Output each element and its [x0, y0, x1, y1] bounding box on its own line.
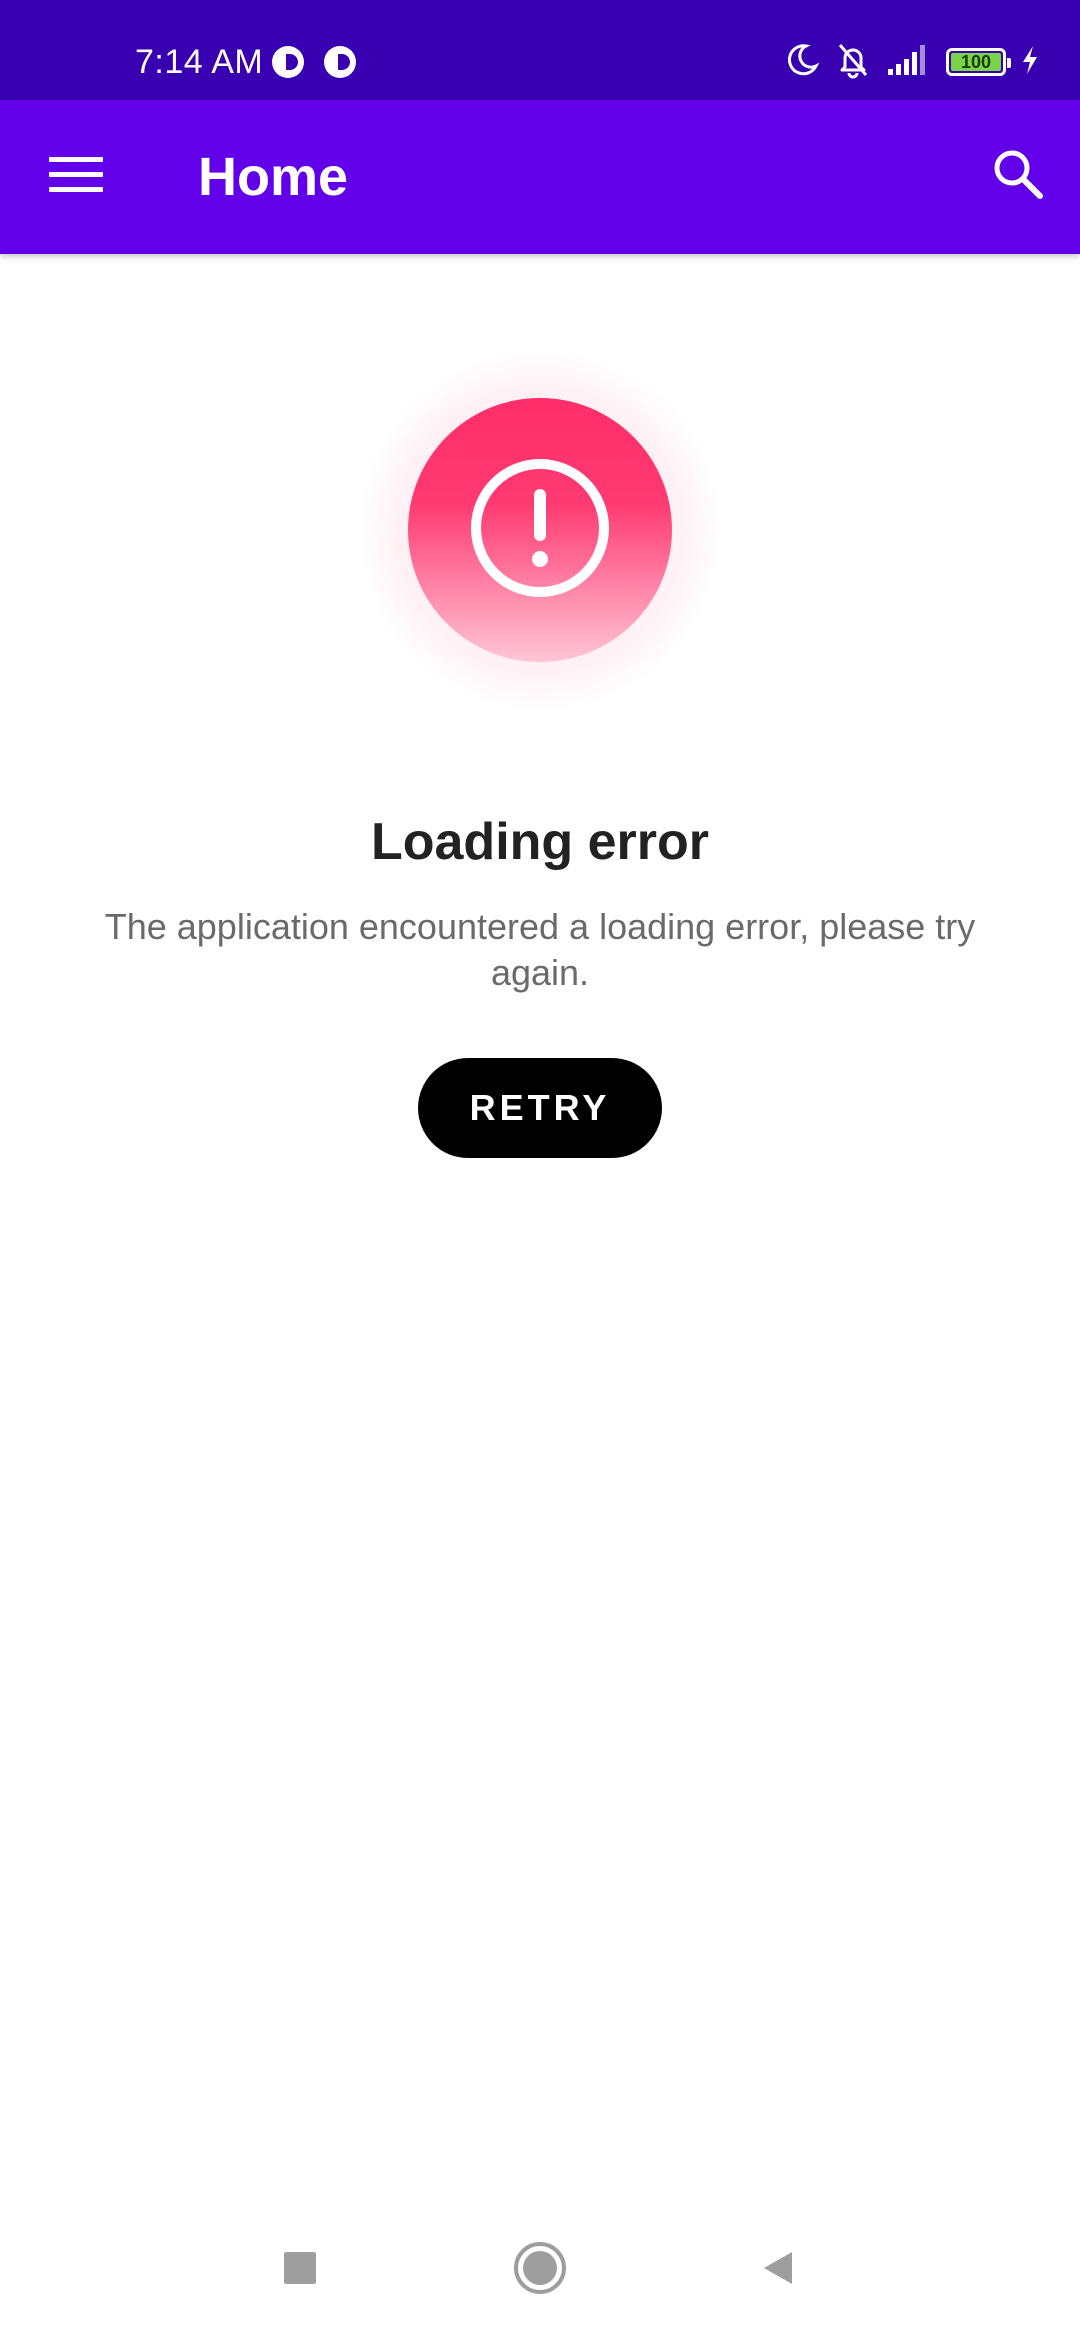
bell-off-icon [834, 41, 872, 84]
signal-icon [886, 43, 932, 82]
error-title: Loading error [370, 813, 710, 871]
home-button[interactable] [500, 2230, 580, 2310]
recents-button[interactable] [260, 2230, 340, 2310]
search-icon [992, 148, 1044, 205]
app-notification-icon [270, 44, 306, 85]
menu-button[interactable] [36, 142, 116, 212]
navigation-bar [0, 2200, 1080, 2340]
battery-icon: 100 [946, 48, 1011, 76]
app-notification-icon [322, 44, 358, 85]
status-bar: 7:14 AM 100 [0, 0, 1080, 100]
error-message: The application encountered a loading er… [104, 906, 976, 993]
page-title: Home [198, 147, 349, 207]
charging-icon [1020, 44, 1040, 81]
status-time: 7:14 AM [135, 43, 264, 81]
error-illustration [360, 350, 720, 710]
screen: 7:14 AM 100 Home Loading error The appli… [0, 0, 1080, 2340]
retry-button[interactable]: RETRY [418, 1058, 662, 1158]
exclamation-circle-icon [465, 453, 615, 608]
status-notification-icons [270, 44, 358, 85]
error-circle [408, 398, 672, 662]
square-recents-icon [280, 2248, 320, 2293]
search-button[interactable] [978, 136, 1058, 216]
back-button[interactable] [738, 2230, 818, 2310]
hamburger-menu-icon [49, 155, 103, 200]
status-system-icons: 100 [784, 40, 1040, 84]
app-bar: Home [0, 100, 1080, 254]
battery-tip [1007, 58, 1011, 68]
moon-icon [784, 42, 820, 83]
battery-level: 100 [951, 53, 1001, 71]
triangle-back-icon [758, 2248, 798, 2293]
circle-home-icon [512, 2240, 568, 2301]
